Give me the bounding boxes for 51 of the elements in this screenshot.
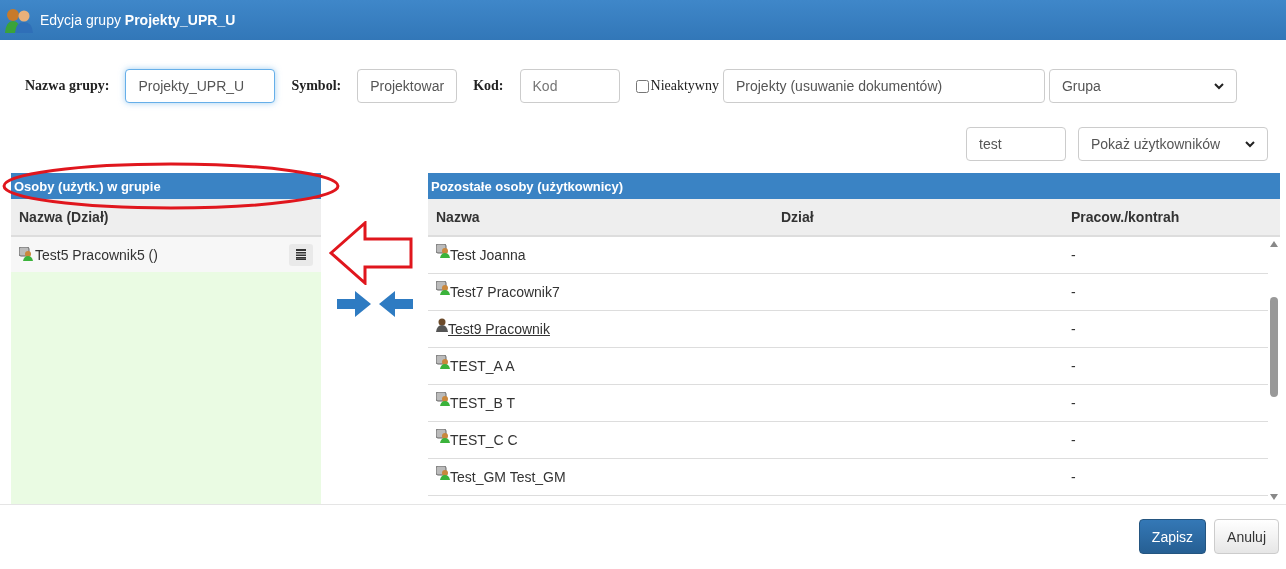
user-icon bbox=[436, 429, 450, 443]
window-title: Edycja grupy Projekty_UPR_U bbox=[40, 12, 236, 28]
table-cell-text: - bbox=[1071, 432, 1077, 448]
person-icon bbox=[436, 318, 448, 332]
table-cell-text: - bbox=[1071, 469, 1077, 485]
panel-header: Osoby (użytk.) w grupie bbox=[11, 173, 321, 199]
description-field[interactable]: Projekty (usuwanie dokumentów) bbox=[722, 69, 1045, 103]
column-header: Pracow./kontrah bbox=[1071, 209, 1181, 225]
users-icon bbox=[4, 7, 34, 33]
save-button[interactable]: Zapisz bbox=[1138, 519, 1207, 554]
calendar-button[interactable] bbox=[289, 243, 313, 266]
user-name[interactable]: TEST_B T bbox=[450, 395, 516, 411]
calendar-icon bbox=[296, 249, 306, 260]
table-cell-text: - bbox=[1071, 284, 1077, 300]
show-select[interactable]: Pokaż użytkowników bbox=[1078, 127, 1268, 161]
code-field[interactable]: Kod bbox=[519, 69, 620, 103]
user-icon bbox=[436, 244, 450, 258]
scroll-up-icon[interactable] bbox=[1270, 241, 1278, 247]
field-label: Nazwa grupy: bbox=[25, 78, 110, 94]
user-icon bbox=[436, 281, 450, 295]
column-header: Nazwa bbox=[436, 209, 481, 225]
chevron-icon bbox=[1213, 82, 1224, 90]
table-cell-text: - bbox=[1071, 247, 1077, 263]
scroll-down-icon[interactable] bbox=[1270, 494, 1278, 500]
user-name[interactable]: TEST_A A bbox=[450, 358, 515, 374]
user-name[interactable]: Test7 Pracownik7 bbox=[450, 284, 560, 300]
transfer-arrows-icon[interactable] bbox=[336, 291, 413, 317]
panel-header: Pozostałe osoby (użytkownicy) bbox=[428, 173, 1280, 199]
symbol-field[interactable]: Projektowar bbox=[357, 69, 458, 103]
type-select[interactable]: Grupa bbox=[1048, 69, 1237, 103]
table-cell-text: - bbox=[1071, 395, 1077, 411]
group-name-field[interactable]: Projekty_UPR_U bbox=[125, 69, 276, 103]
field-label: Kod: bbox=[473, 78, 504, 94]
user-icon bbox=[436, 355, 450, 369]
chevron-icon bbox=[1245, 140, 1255, 148]
user-name[interactable]: TEST_C C bbox=[450, 432, 518, 448]
field-label: Symbol: bbox=[291, 78, 342, 94]
member-name[interactable]: Test5 Pracownik5 () bbox=[35, 246, 158, 263]
checkbox-label: Nieaktywny bbox=[650, 78, 719, 94]
table-cell-text: - bbox=[1071, 358, 1077, 374]
search-field[interactable]: test bbox=[966, 127, 1066, 161]
column-header: Nazwa (Dział) bbox=[11, 199, 321, 237]
table-cell-text: - bbox=[1071, 321, 1077, 337]
user-link[interactable]: Test9 Pracownik bbox=[448, 321, 550, 337]
user-name[interactable]: Test Joanna bbox=[450, 247, 526, 263]
cancel-button[interactable]: Anuluj bbox=[1214, 519, 1279, 554]
user-icon bbox=[436, 466, 450, 480]
user-name[interactable]: Test_GM Test_GM bbox=[450, 469, 566, 485]
user-icon bbox=[19, 247, 33, 261]
user-icon bbox=[436, 392, 450, 406]
column-header: Dział bbox=[781, 209, 815, 225]
